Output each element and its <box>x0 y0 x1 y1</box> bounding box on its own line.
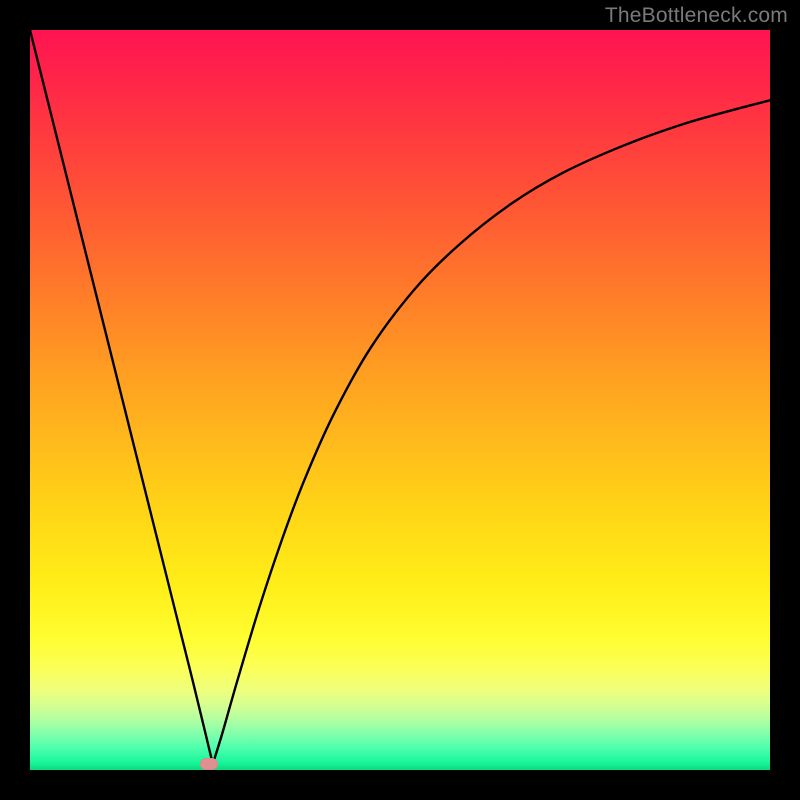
bottleneck-curve <box>30 30 770 770</box>
optimum-marker <box>200 758 218 770</box>
watermark-text: TheBottleneck.com <box>605 4 788 28</box>
curve-path <box>30 30 770 764</box>
plot-area <box>30 30 770 770</box>
chart-frame: TheBottleneck.com <box>0 0 800 800</box>
